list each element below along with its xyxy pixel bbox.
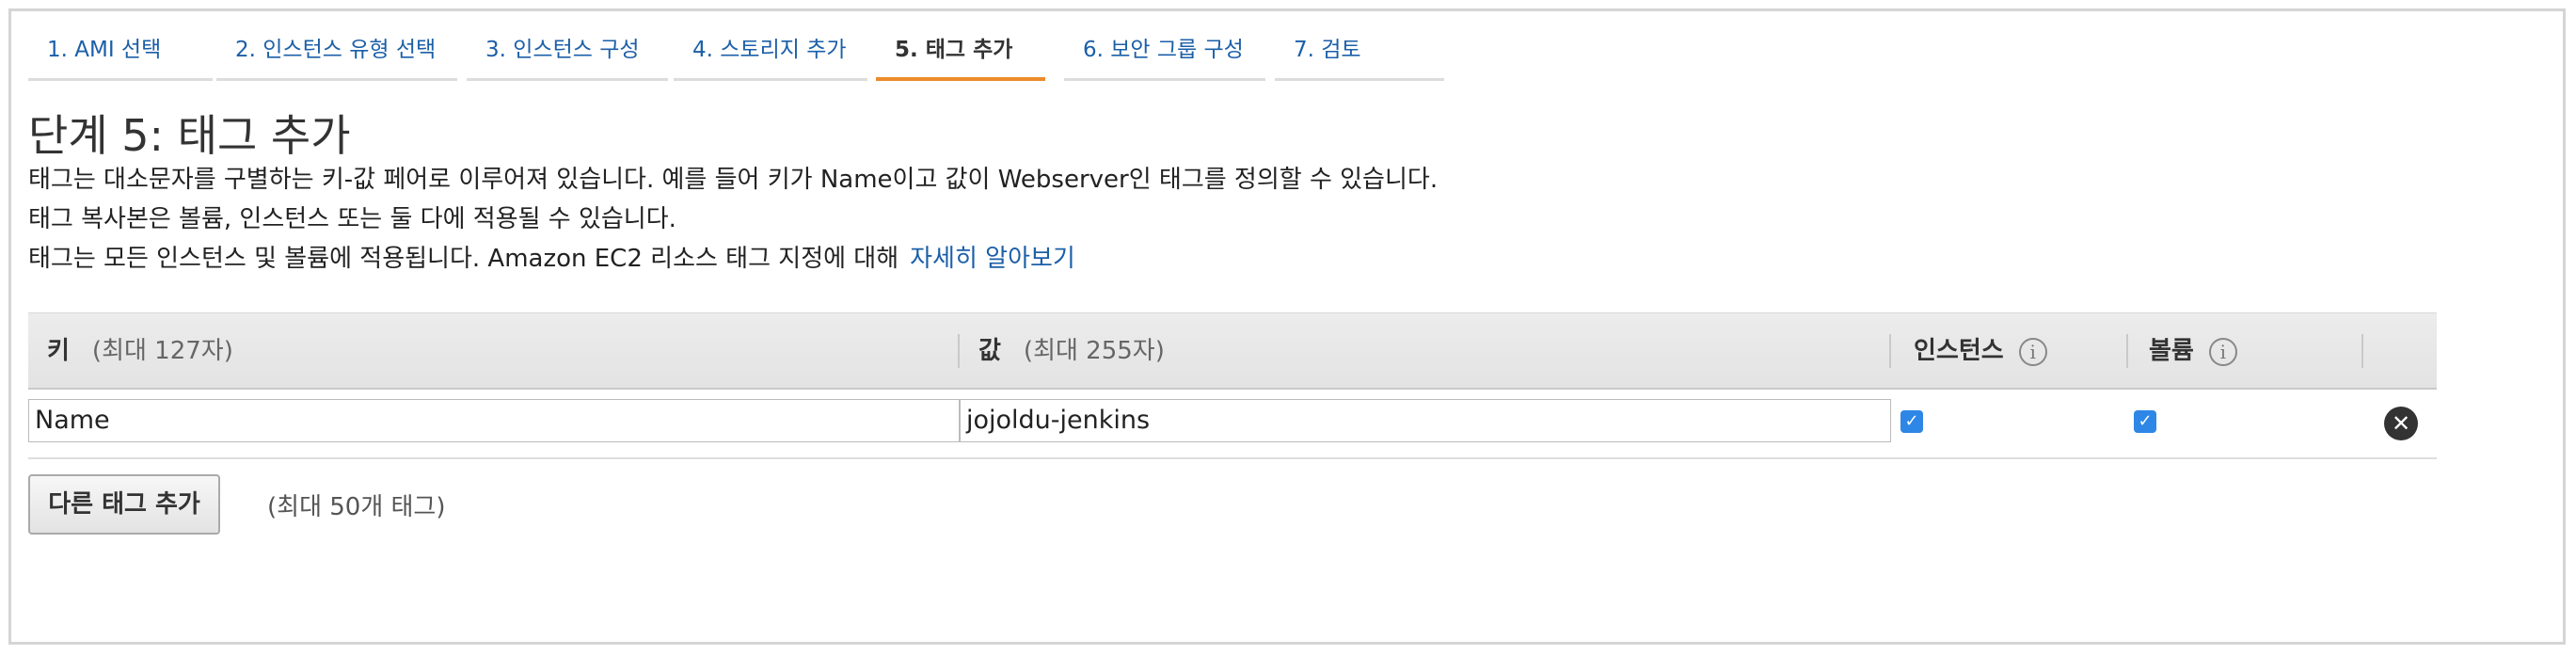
column-volumes: 볼륨 i	[2149, 313, 2237, 389]
tab-ami[interactable]: 1. AMI 선택	[28, 34, 213, 81]
tags-table: 키 (최대 127자) 값 (최대 255자) 인스턴스 i 볼륨 i Name joj…	[28, 312, 2437, 459]
tab-review[interactable]: 7. 검토	[1275, 34, 1444, 81]
tab-configure-instance[interactable]: 3. 인스턴스 구성	[467, 34, 668, 81]
add-tag-button[interactable]: 다른 태그 추가	[28, 474, 220, 535]
tab-security-group[interactable]: 6. 보안 그룹 구성	[1064, 34, 1265, 81]
column-value-label: 값	[978, 337, 1001, 365]
column-separator	[958, 334, 960, 368]
tab-instance-type[interactable]: 2. 인스턴스 유형 선택	[216, 34, 457, 81]
add-tag-hint: (최대 50개 태그)	[267, 493, 446, 521]
tag-key-input[interactable]: Name	[28, 399, 960, 442]
description-line-2: 태그 복사본은 볼륨, 인스턴스 또는 둘 다에 적용될 수 있습니다.	[28, 205, 676, 233]
description-text: 태그는 모든 인스턴스 및 볼륨에 적용됩니다. Amazon EC2 리소스 …	[28, 245, 899, 273]
instances-checkbox[interactable]: ✓	[1900, 410, 1923, 433]
info-icon[interactable]: i	[2208, 337, 2237, 366]
column-key: 키 (최대 127자)	[47, 313, 233, 389]
column-separator	[1889, 334, 1891, 368]
column-key-label: 키	[47, 337, 70, 365]
page-title: 단계 5: 태그 추가	[28, 110, 351, 161]
column-value-hint: (최대 255자)	[1023, 337, 1165, 365]
column-instances-label: 인스턴스	[1914, 337, 2004, 365]
info-icon[interactable]: i	[2018, 337, 2047, 366]
column-instances: 인스턴스 i	[1914, 313, 2047, 389]
volumes-checkbox[interactable]: ✓	[2134, 410, 2156, 433]
tag-value-input[interactable]: jojoldu-jenkins	[960, 399, 1891, 442]
tab-add-storage[interactable]: 4. 스토리지 추가	[674, 34, 867, 81]
column-separator	[2361, 334, 2363, 368]
description-line-1: 태그는 대소문자를 구별하는 키-값 페어로 이루어져 있습니다. 예를 들어 …	[28, 166, 1439, 194]
table-header: 키 (최대 127자) 값 (최대 255자) 인스턴스 i 볼륨 i	[28, 312, 2437, 390]
remove-tag-icon[interactable]: ✕	[2384, 407, 2418, 440]
table-row: Name jojoldu-jenkins ✓ ✓ ✕	[28, 390, 2437, 459]
tab-add-tags[interactable]: 5. 태그 추가	[876, 34, 1045, 81]
column-separator	[2126, 334, 2128, 368]
learn-more-link[interactable]: 자세히 알아보기	[910, 245, 1075, 273]
column-volumes-label: 볼륨	[2149, 337, 2194, 365]
column-value: 값 (최대 255자)	[978, 313, 1165, 389]
column-key-hint: (최대 127자)	[91, 337, 233, 365]
description-line-3: 태그는 모든 인스턴스 및 볼륨에 적용됩니다. Amazon EC2 리소스 …	[28, 239, 1075, 274]
